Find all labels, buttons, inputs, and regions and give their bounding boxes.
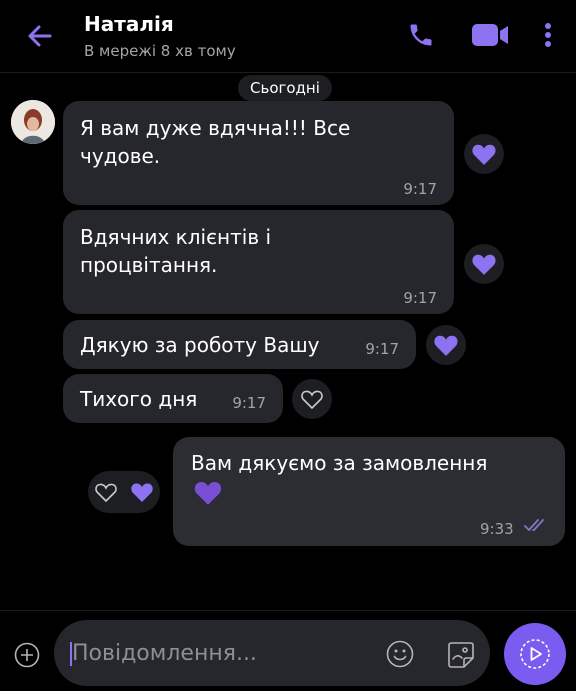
message-text: Дякую за роботу Вашу (80, 333, 320, 357)
heart-filled-icon (472, 144, 496, 165)
purple-heart-emoji (194, 482, 222, 505)
message-bubble-outgoing[interactable]: Вам дякуємо за замовлення 9:33 (173, 437, 565, 546)
reaction-button[interactable] (426, 325, 466, 365)
message-time: 9:17 (403, 289, 437, 307)
video-camera-icon (472, 24, 508, 46)
call-button[interactable] (404, 18, 438, 52)
reaction-button[interactable] (292, 379, 332, 419)
avatar-photo (11, 100, 55, 144)
date-divider: Сьогодні (238, 75, 332, 101)
contact-avatar[interactable] (11, 100, 55, 144)
plus-icon[interactable] (14, 642, 40, 668)
message-time: 9:17 (403, 180, 437, 198)
message-time: 9:33 (480, 520, 514, 538)
message-time: 9:17 (365, 340, 399, 358)
message-text-line: чудове. (80, 144, 161, 168)
message-time: 9:17 (232, 394, 266, 412)
chat-header: Наталія В мережі 8 хв тому (0, 0, 576, 73)
message-bubble-incoming[interactable]: Вдячних клієнтів і процвітання. 9:17 (63, 210, 454, 314)
message-input-placeholder: Повідомлення... (72, 641, 257, 666)
message-bubble-incoming[interactable]: Я вам дуже вдячна!!! Все чудове. 9:17 (63, 101, 454, 205)
video-call-button[interactable] (470, 18, 510, 52)
more-vertical-icon (545, 23, 551, 47)
heart-filled-icon (472, 254, 496, 275)
sticker-icon[interactable] (446, 640, 476, 670)
contact-status: В мережі 8 хв тому (84, 42, 236, 60)
message-text-line: Я вам дуже вдячна!!! Все (80, 116, 351, 140)
heart-outline-icon[interactable] (94, 481, 118, 503)
contact-name[interactable]: Наталія (84, 12, 174, 36)
back-arrow-icon[interactable] (24, 20, 56, 52)
send-button[interactable] (504, 623, 566, 685)
message-text: Вам дякуємо за замовлення (191, 451, 488, 475)
heart-filled-icon (434, 335, 458, 356)
reaction-button[interactable] (464, 244, 504, 284)
message-text: Вдячних клієнтів і процвітання. (80, 223, 271, 279)
message-text-line: процвітання. (80, 253, 218, 277)
phone-icon (410, 24, 432, 46)
message-text: Я вам дуже вдячна!!! Все чудове. (80, 114, 350, 170)
send-icon (520, 639, 550, 669)
message-text-line: Вдячних клієнтів і (80, 225, 272, 249)
heart-filled-icon[interactable] (130, 481, 154, 503)
emoji-icon[interactable] (386, 640, 414, 668)
reaction-button[interactable] (464, 134, 504, 174)
message-reactions[interactable] (88, 471, 160, 513)
message-bubble-incoming[interactable]: Тихого дня 9:17 (63, 374, 283, 423)
more-options-button[interactable] (538, 18, 558, 52)
message-bubble-incoming[interactable]: Дякую за роботу Вашу 9:17 (63, 320, 416, 369)
read-double-check-icon (524, 519, 544, 531)
heart-outline-icon (301, 390, 323, 410)
message-text: Тихого дня (80, 387, 198, 411)
